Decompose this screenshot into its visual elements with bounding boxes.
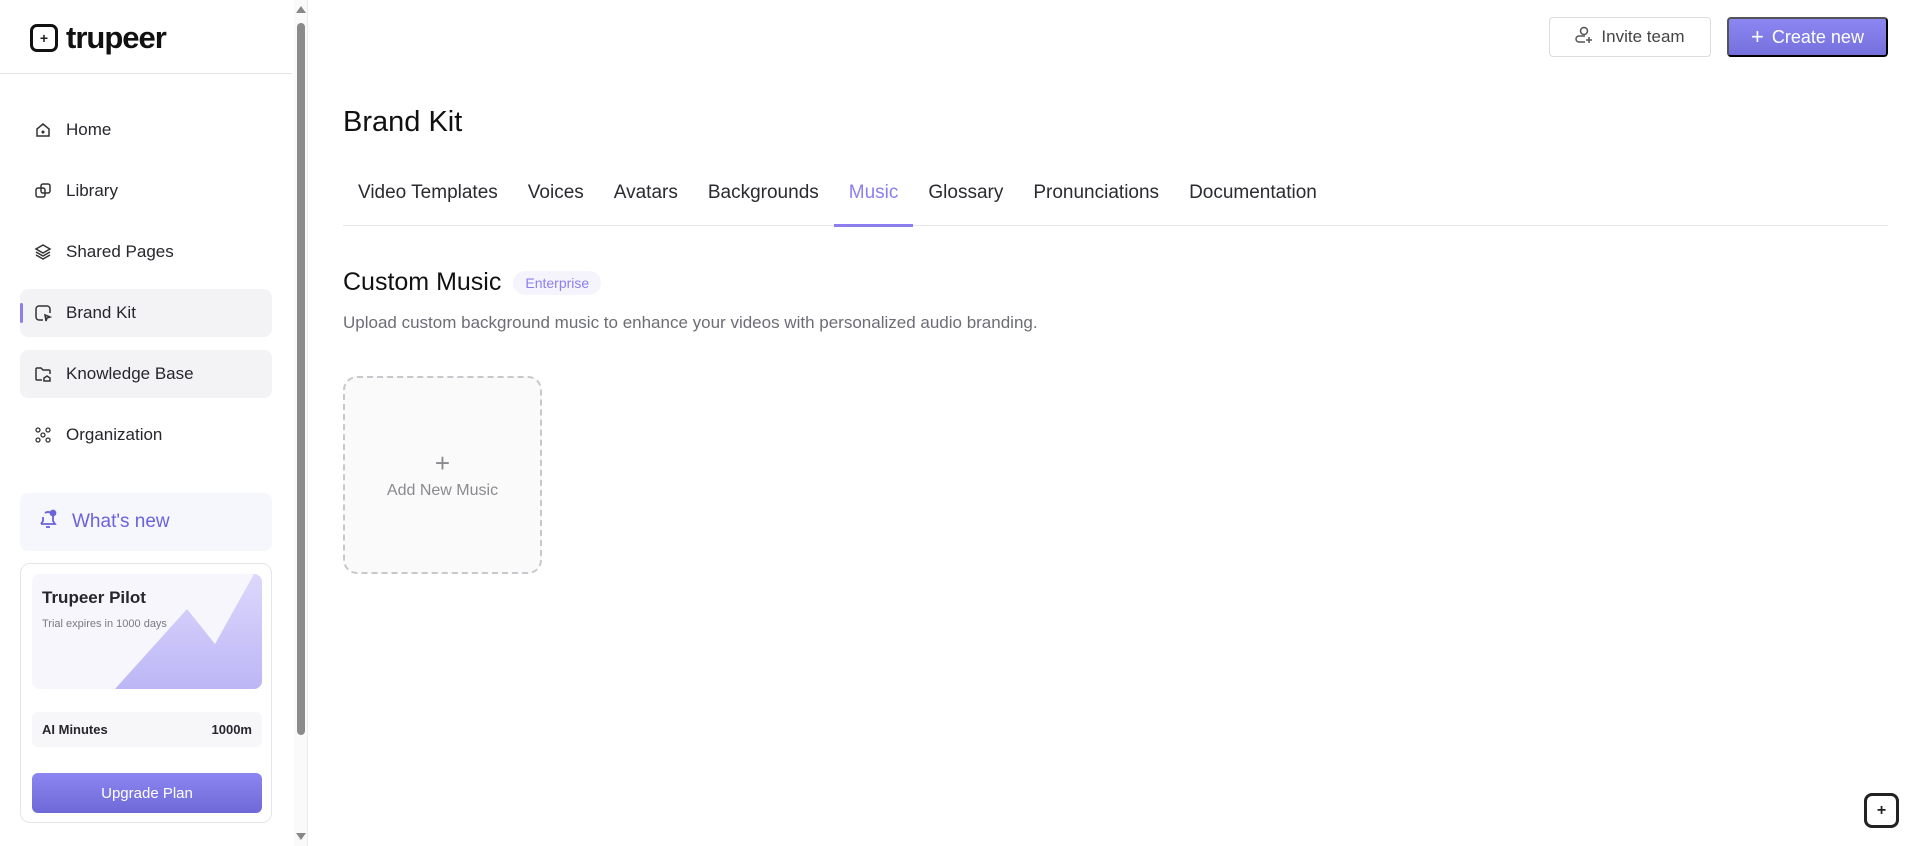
upgrade-plan-button[interactable]: Upgrade Plan: [32, 773, 262, 813]
bell-icon: [36, 507, 60, 537]
tab-music[interactable]: Music: [833, 176, 914, 227]
tab-video-templates[interactable]: Video Templates: [343, 176, 513, 226]
scrollbar-thumb[interactable]: [297, 23, 305, 735]
sidebar-item-knowledge-base[interactable]: Knowledge Base: [20, 350, 272, 398]
logo[interactable]: + trupeer: [30, 20, 167, 56]
sidebar-nav: Home Library Shared Pages Brand Kit Know…: [20, 106, 272, 472]
plan-card: Trupeer Pilot Trial expires in 1000 days…: [20, 563, 272, 823]
tab-documentation[interactable]: Documentation: [1174, 176, 1332, 226]
invite-team-label: Invite team: [1601, 27, 1685, 46]
ai-minutes: AI Minutes 1000m: [32, 712, 262, 747]
page-title: Brand Kit: [343, 106, 463, 138]
scroll-up-icon[interactable]: [296, 6, 306, 13]
plan-hero: Trupeer Pilot Trial expires in 1000 days: [32, 574, 262, 689]
sidebar-item-home[interactable]: Home: [20, 106, 272, 154]
scroll-down-icon[interactable]: [296, 833, 306, 840]
trupeer-widget-icon[interactable]: +: [1864, 793, 1899, 828]
ai-minutes-label: AI Minutes: [42, 722, 108, 737]
plan-name: Trupeer Pilot: [42, 588, 146, 607]
section-description: Upload custom background music to enhanc…: [343, 313, 1038, 332]
sidebar-item-label: Library: [66, 181, 118, 200]
divider: [0, 73, 292, 74]
create-new-label: Create new: [1771, 26, 1864, 47]
sidebar-item-library[interactable]: Library: [20, 167, 272, 215]
sidebar-item-label: Brand Kit: [66, 303, 136, 322]
user-plus-icon: [1575, 25, 1593, 50]
logo-text: trupeer: [66, 20, 167, 55]
layers-icon: [34, 243, 52, 261]
add-new-music-button[interactable]: + Add New Music: [343, 376, 542, 574]
folder-icon: [34, 365, 52, 383]
brand-kit-icon: [34, 304, 52, 322]
ai-minutes-value: 1000m: [211, 722, 252, 737]
sidebar-item-organization[interactable]: Organization: [20, 411, 272, 459]
sidebar-item-label: Knowledge Base: [66, 364, 194, 383]
invite-team-button[interactable]: Invite team: [1549, 17, 1711, 57]
sidebar-item-label: Home: [66, 120, 112, 139]
tab-pronunciations[interactable]: Pronunciations: [1018, 176, 1174, 226]
sidebar-scrollbar[interactable]: [294, 0, 308, 846]
tab-bar: Video Templates Voices Avatars Backgroun…: [343, 176, 1888, 227]
plus-icon: +: [434, 448, 451, 478]
create-new-button[interactable]: + Create new: [1727, 17, 1888, 57]
tab-avatars[interactable]: Avatars: [599, 176, 693, 226]
tab-voices[interactable]: Voices: [513, 176, 599, 226]
plus-icon: +: [1751, 24, 1764, 49]
home-icon: [34, 121, 52, 139]
organization-icon: [34, 426, 52, 444]
sidebar-item-shared-pages[interactable]: Shared Pages: [20, 228, 272, 276]
tab-backgrounds[interactable]: Backgrounds: [693, 176, 834, 226]
section-header: Custom Music Enterprise: [343, 268, 602, 297]
trial-text: Trial expires in 1000 days: [42, 618, 167, 630]
sidebar-item-label: Organization: [66, 425, 163, 444]
whats-new-label: What's new: [72, 511, 170, 532]
sidebar-item-brand-kit[interactable]: Brand Kit: [20, 289, 272, 337]
sidebar: + trupeer Home Library Shared Pages Bran…: [0, 0, 294, 846]
library-icon: [34, 182, 52, 200]
whats-new-button[interactable]: What's new: [20, 493, 272, 551]
section-title: Custom Music: [343, 268, 502, 296]
logo-icon: +: [30, 24, 58, 52]
tab-glossary[interactable]: Glossary: [913, 176, 1018, 226]
add-new-music-label: Add New Music: [386, 482, 499, 499]
sidebar-item-label: Shared Pages: [66, 242, 174, 261]
enterprise-badge: Enterprise: [513, 270, 602, 295]
